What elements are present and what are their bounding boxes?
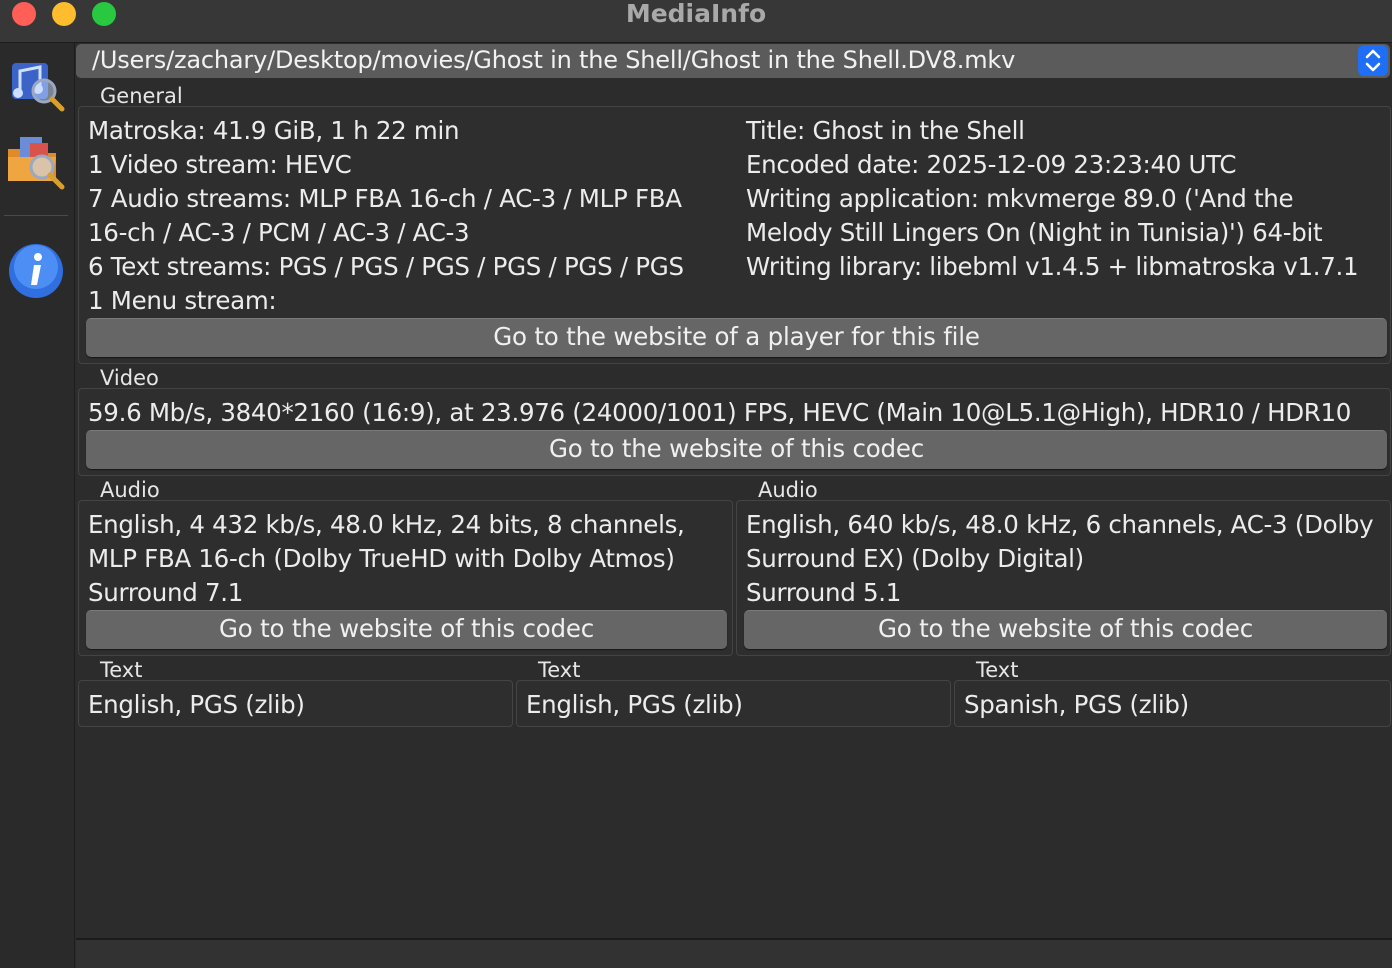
general-meta-line: Title: Ghost in the Shell — [746, 116, 1025, 145]
text-info-line: English, PGS (zlib) — [88, 690, 305, 719]
open-folder-button[interactable] — [6, 131, 66, 191]
general-meta-line: Encoded date: 2025-12-09 23:23:40 UTC — [746, 150, 1237, 179]
file-path-combobox[interactable]: /Users/zachary/Desktop/movies/Ghost in t… — [76, 44, 1390, 78]
file-path-dropdown-button[interactable] — [1358, 45, 1388, 76]
audio-info-line: Surround EX) (Dolby Digital) — [746, 544, 1084, 573]
open-file-icon — [12, 63, 65, 112]
toolbar-separator — [4, 215, 68, 216]
audio-info-line: Surround 5.1 — [746, 578, 902, 607]
video-section-label: Video — [100, 366, 159, 390]
about-info-icon — [9, 244, 63, 298]
text-section-label: Text — [976, 658, 1019, 682]
general-info-line: 1 Menu stream: — [88, 286, 277, 315]
audio-info-line: Surround 7.1 — [88, 578, 244, 607]
window-title: MediaInfo — [625, 0, 767, 28]
general-info-line: 16-ch / AC-3 / PCM / AC-3 / AC-3 — [88, 218, 470, 247]
general-section-label: General — [100, 84, 183, 108]
video-info-line: 59.6 Mb/s, 3840*2160 (16:9), at 23.976 (… — [88, 398, 1352, 427]
general-info-line: 7 Audio streams: MLP FBA 16-ch / AC-3 / … — [88, 184, 682, 213]
status-area — [76, 940, 1392, 968]
text-section-label: Text — [538, 658, 581, 682]
audio-codec-website-button[interactable]: Go to the website of this codec — [86, 610, 727, 649]
general-meta-line: Melody Still Lingers On (Night in Tunisi… — [746, 218, 1323, 247]
chevron-up-down-icon — [1365, 49, 1381, 72]
general-meta-line: Writing library: libebml v1.4.5 + libmat… — [746, 252, 1359, 281]
open-folder-icon — [8, 137, 65, 190]
audio-info-line: MLP FBA 16-ch (Dolby TrueHD with Dolby A… — [88, 544, 675, 573]
file-path-value: /Users/zachary/Desktop/movies/Ghost in t… — [92, 46, 1016, 74]
audio-info-clip: English, 640 kb/s, 48.0 kHz, 6 channels,… — [746, 504, 1386, 608]
audio-section-label: Audio — [100, 478, 160, 502]
text-info-line: English, PGS (zlib) — [526, 690, 743, 719]
general-meta-line: Writing application: mkvmerge 89.0 ('And… — [746, 184, 1294, 213]
general-info-line: Matroska: 41.9 GiB, 1 h 22 min — [88, 116, 460, 145]
mediainfo-window: MediaInfo /Users/zachary/Desktop/movies/… — [0, 0, 1392, 968]
audio-codec-website-button[interactable]: Go to the website of this codec — [744, 610, 1387, 649]
audio-info-line: English, 640 kb/s, 48.0 kHz, 6 channels,… — [746, 510, 1374, 539]
player-website-button[interactable]: Go to the website of a player for this f… — [86, 318, 1387, 357]
general-info-line: 6 Text streams: PGS / PGS / PGS / PGS / … — [88, 252, 684, 281]
side-toolbar — [0, 43, 75, 968]
text-info-line: Spanish, PGS (zlib) — [964, 690, 1189, 719]
text-section-label: Text — [100, 658, 143, 682]
audio-info-line: English, 4 432 kb/s, 48.0 kHz, 24 bits, … — [88, 510, 685, 539]
open-file-button[interactable] — [6, 53, 66, 113]
video-codec-website-button[interactable]: Go to the website of this codec — [86, 430, 1387, 469]
general-info-line: 1 Video stream: HEVC — [88, 150, 352, 179]
about-button[interactable] — [6, 239, 66, 299]
audio-section-label: Audio — [758, 478, 818, 502]
title-bar: MediaInfo — [0, 0, 1392, 43]
